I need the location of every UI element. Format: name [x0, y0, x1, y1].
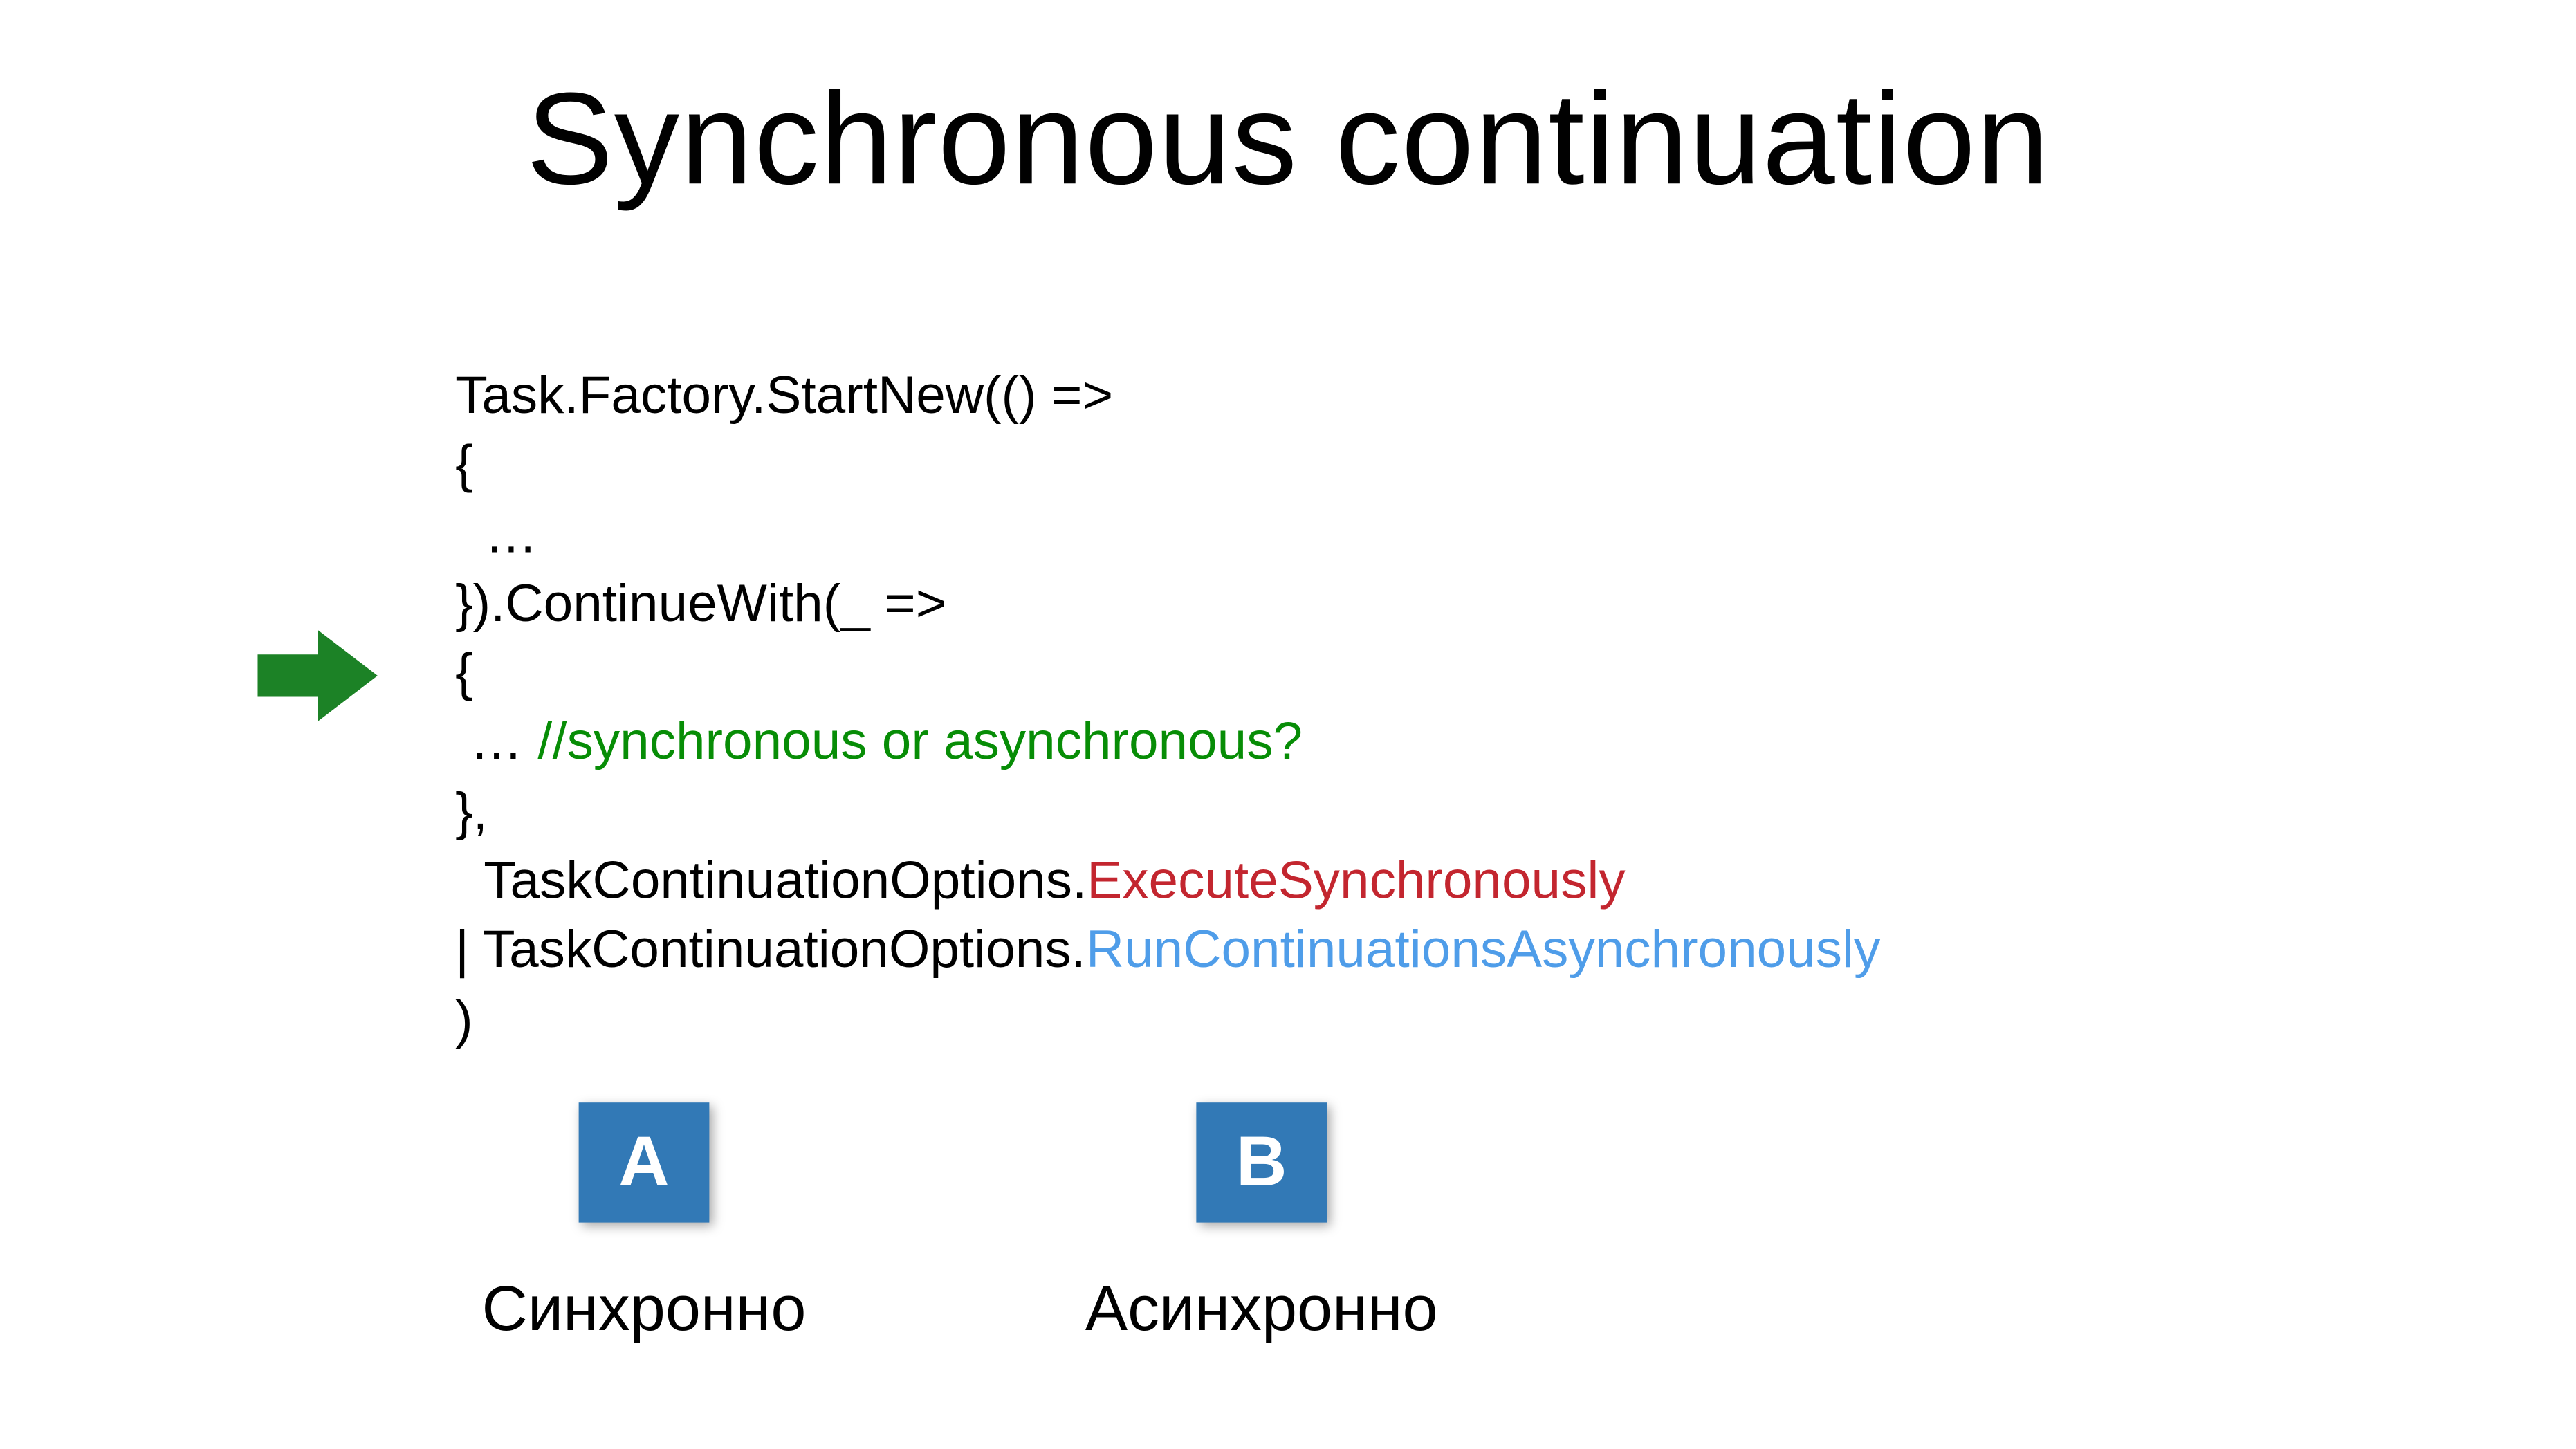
code-line: }).ContinueWith(_ =>	[455, 570, 1880, 639]
code-comment: //synchronous or asynchronous?	[537, 714, 1303, 772]
code-line: {	[455, 431, 1880, 500]
code-option-sync: ExecuteSynchronously	[1087, 852, 1625, 910]
answer-chip-b: B	[1196, 1102, 1327, 1222]
code-block: Task.Factory.StartNew(() => { … }).Conti…	[455, 362, 1880, 1055]
code-line: )	[455, 986, 1880, 1055]
code-text: | TaskContinuationOptions.	[455, 921, 1086, 979]
answer-label-b: Асинхронно	[1085, 1272, 1438, 1346]
code-line: …	[455, 500, 1880, 569]
slide-wrapper: Synchronous continuation Task.Factory.St…	[0, 0, 2576, 1447]
code-line: | TaskContinuationOptions.RunContinuatio…	[455, 916, 1880, 986]
answer-b: B Асинхронно	[1058, 1102, 1464, 1346]
answers-row: A Синхронно B Асинхронно	[441, 1102, 1464, 1346]
answer-label-a: Синхронно	[482, 1272, 807, 1346]
answer-chip-a: A	[579, 1102, 710, 1222]
code-text: …	[455, 714, 537, 772]
code-line: … //synchronous or asynchronous?	[455, 708, 1880, 777]
slide-title: Synchronous continuation	[0, 64, 2576, 214]
code-line: TaskContinuationOptions.ExecuteSynchrono…	[455, 847, 1880, 916]
arrow-right-icon	[257, 630, 377, 722]
code-option-async: RunContinuationsAsynchronously	[1086, 921, 1880, 979]
code-text: TaskContinuationOptions.	[455, 852, 1087, 910]
code-line: },	[455, 777, 1880, 847]
slide: Synchronous continuation Task.Factory.St…	[0, 0, 2576, 1447]
code-line: Task.Factory.StartNew(() =>	[455, 362, 1880, 431]
code-line: {	[455, 639, 1880, 708]
answer-a: A Синхронно	[441, 1102, 847, 1346]
